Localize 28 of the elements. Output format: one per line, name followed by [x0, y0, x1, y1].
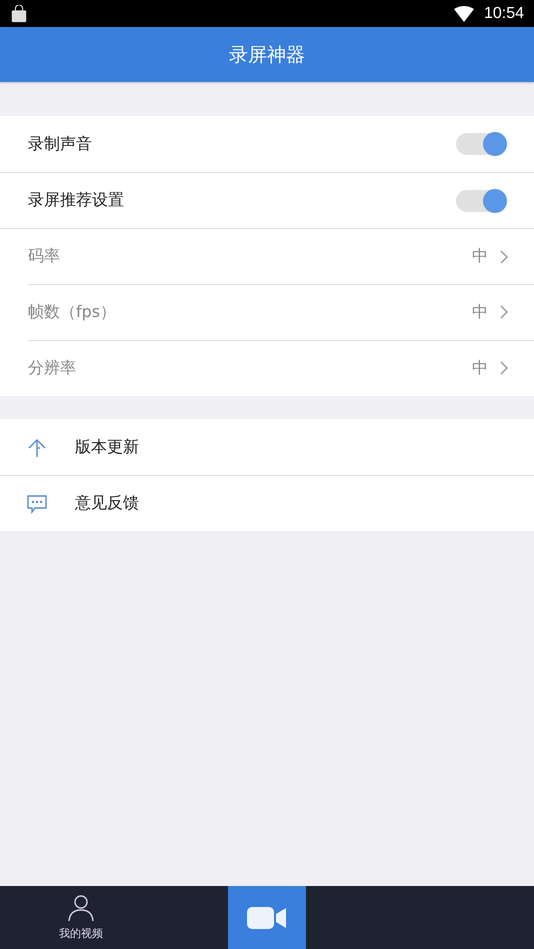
setting-label: 分辨率	[28, 358, 77, 378]
menu-label: 意见反馈	[75, 493, 140, 514]
menu-item[interactable]: 意见反馈	[0, 475, 534, 531]
chevron-right-icon	[500, 250, 508, 264]
setting-label: 录屏推荐设置	[28, 190, 125, 211]
wifi-icon	[454, 6, 474, 22]
toggle-switch[interactable]	[456, 190, 506, 212]
setting-label: 码率	[28, 246, 61, 267]
settings-row[interactable]: 录屏推荐设置	[0, 172, 534, 228]
nav-tab[interactable]: 我的视频	[0, 886, 162, 949]
record-button[interactable]	[228, 886, 306, 949]
setting-value: 中	[472, 246, 488, 267]
chat-bubble-icon	[27, 493, 47, 514]
settings-row[interactable]: 录制声音	[0, 116, 534, 172]
menu-item[interactable]: 版本更新	[0, 419, 534, 475]
app-title: 录屏神器	[229, 42, 305, 68]
video-camera-icon	[247, 906, 287, 930]
clock-time: 10:54	[484, 4, 524, 22]
setting-label: 帧数（fps）	[28, 302, 118, 322]
chevron-right-icon	[500, 305, 508, 319]
setting-label: 录制声音	[28, 134, 93, 154]
setting-value: 中	[472, 358, 488, 378]
chevron-right-icon	[500, 361, 508, 375]
setting-value: 中	[472, 302, 488, 322]
toggle-switch[interactable]	[456, 133, 506, 155]
arrow-up-icon	[27, 436, 47, 458]
person-icon	[67, 894, 95, 922]
menu-label: 版本更新	[75, 436, 140, 458]
